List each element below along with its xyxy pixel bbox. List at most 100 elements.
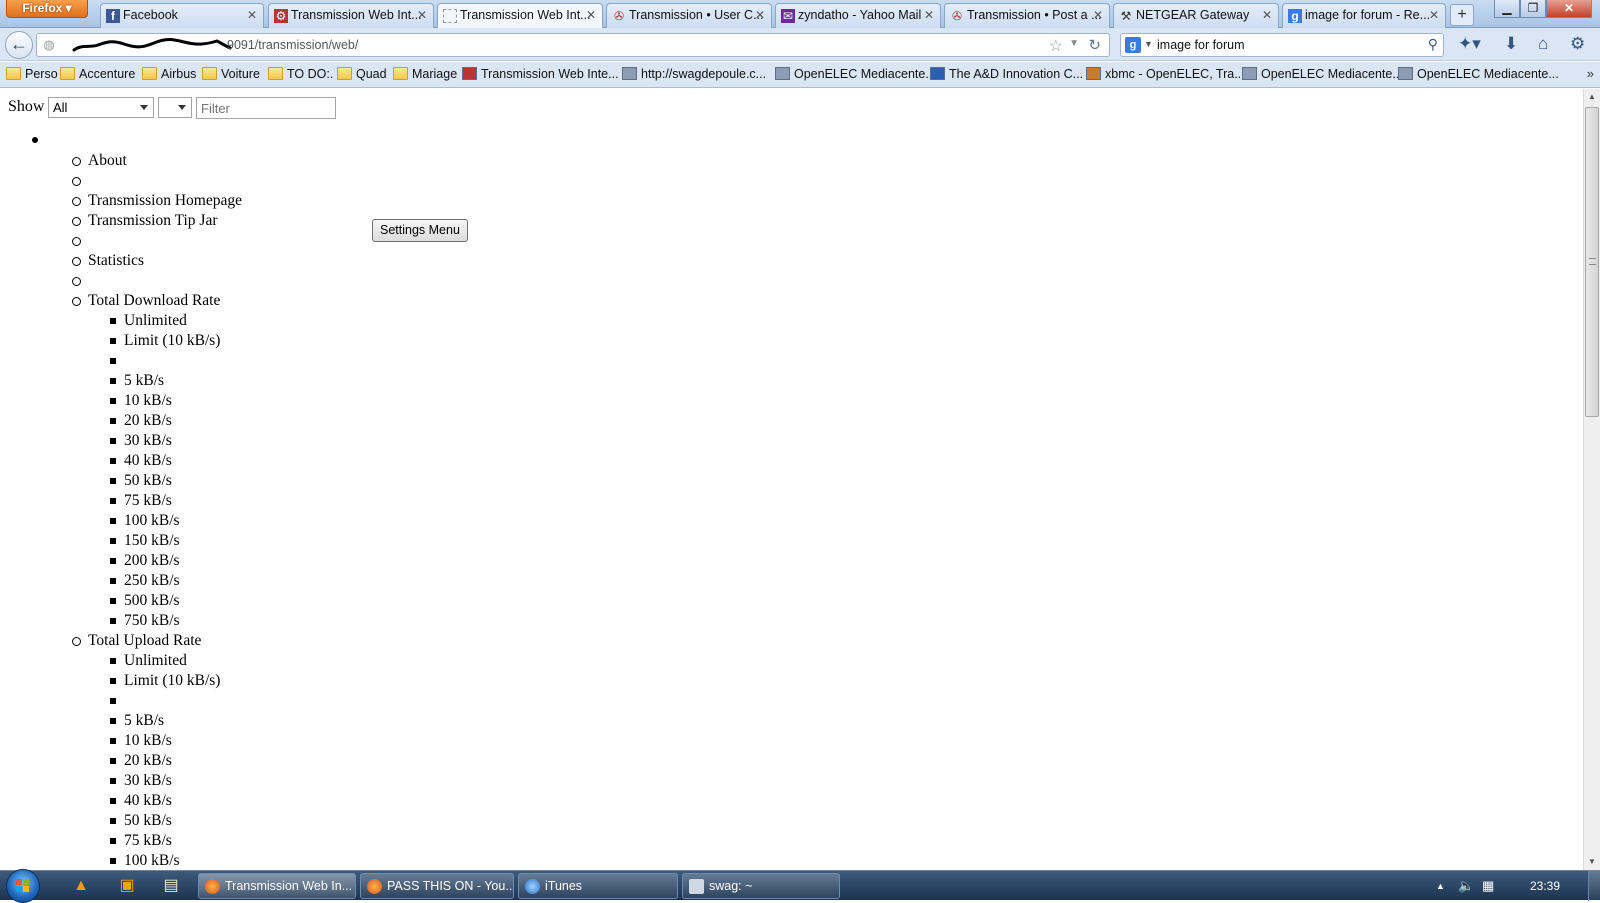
download-speed-option[interactable]: 20 kB/s <box>110 411 242 431</box>
menu-item-homepage[interactable]: Transmission Homepage <box>72 191 242 211</box>
volume-icon[interactable]: 🔈 <box>1458 878 1474 894</box>
tab-facebook[interactable]: f Facebook ✕ <box>100 3 264 28</box>
search-icon[interactable]: ⚲ <box>1428 36 1438 53</box>
bookmark-folder-quad[interactable]: Quad <box>337 67 387 81</box>
firefox-menu-button[interactable]: Firefox ▾ <box>6 0 88 18</box>
url-history-dropdown-icon[interactable]: ▼ <box>1069 38 1079 49</box>
tab-google-search[interactable]: g image for forum - Re... ✕ <box>1282 3 1446 28</box>
download-speed-option[interactable]: 75 kB/s <box>110 491 242 511</box>
bookmark-folder-perso[interactable]: Perso <box>6 67 58 81</box>
download-speed-option[interactable]: 40 kB/s <box>110 451 242 471</box>
download-speed-option[interactable]: 750 kB/s <box>110 611 242 631</box>
download-speed-option[interactable]: 30 kB/s <box>110 431 242 451</box>
bookmark-ad-innovation[interactable]: The A&D Innovation C... <box>930 67 1083 81</box>
upload-speed-option[interactable]: 5 kB/s <box>110 711 242 731</box>
scroll-up-arrow-icon[interactable]: ▲ <box>1584 89 1600 105</box>
download-icon[interactable]: ⬇ <box>1504 34 1518 54</box>
bookmark-swagdepoule[interactable]: http://swagdepoule.c... <box>622 67 766 81</box>
close-icon[interactable]: ✕ <box>755 4 765 27</box>
new-tab-button[interactable]: + <box>1450 4 1474 26</box>
menu-item-about[interactable]: About <box>72 151 242 171</box>
download-speed-option[interactable]: 150 kB/s <box>110 531 242 551</box>
tab-transmission-2[interactable]: Transmission Web Int... ✕ <box>437 3 603 29</box>
minimize-button[interactable]: ▁ <box>1494 0 1520 18</box>
menu-item-upload-rate[interactable]: Total Upload Rate <box>72 631 242 651</box>
close-icon[interactable]: ✕ <box>924 4 934 27</box>
task-firefox-youtube[interactable]: PASS THIS ON - You... <box>360 873 514 899</box>
reload-icon[interactable]: ↻ <box>1088 36 1101 54</box>
tab-transmission-forum-2[interactable]: ✇ Transmission • Post a ... ✕ <box>944 3 1110 28</box>
upload-speed-option[interactable]: 10 kB/s <box>110 731 242 751</box>
bookmark-folder-accenture[interactable]: Accenture <box>60 67 135 81</box>
menu-item-download-rate[interactable]: Total Download Rate <box>72 291 242 311</box>
scroll-down-arrow-icon[interactable]: ▼ <box>1584 854 1600 870</box>
show-filter-select[interactable]: All <box>48 97 154 118</box>
search-bar[interactable]: g ▼ image for forum ⚲ <box>1120 33 1444 57</box>
tracker-filter-select[interactable] <box>158 97 192 118</box>
vlc-icon[interactable]: ▲ <box>70 875 92 897</box>
download-speed-option[interactable]: 50 kB/s <box>110 471 242 491</box>
show-desktop-button[interactable] <box>1588 871 1600 901</box>
tab-netgear[interactable]: ⚒ NETGEAR Gateway ✕ <box>1113 3 1279 28</box>
download-speed-option[interactable]: 500 kB/s <box>110 591 242 611</box>
download-speed-option[interactable]: 200 kB/s <box>110 551 242 571</box>
vertical-scrollbar[interactable]: ▲ ▼ <box>1583 89 1600 870</box>
upload-speed-option[interactable]: 75 kB/s <box>110 831 242 851</box>
clock[interactable]: 23:39 <box>1530 879 1560 893</box>
settings-menu-button[interactable]: Settings Menu <box>372 219 468 242</box>
tab-yahoo-mail[interactable]: ✉ zyndatho - Yahoo Mail ✕ <box>775 3 941 28</box>
download-speed-option[interactable]: 100 kB/s <box>110 511 242 531</box>
notepad-icon[interactable]: ▤ <box>160 875 182 897</box>
close-icon[interactable]: ✕ <box>1262 4 1272 27</box>
bookmark-folder-todo[interactable]: TO DO:. <box>268 67 333 81</box>
close-icon[interactable]: ✕ <box>1093 4 1103 27</box>
bookmarks-overflow-button[interactable]: » <box>1587 66 1594 81</box>
scrollbar-thumb[interactable] <box>1585 107 1599 417</box>
menu-item-tip-jar[interactable]: Transmission Tip Jar <box>72 211 242 231</box>
upload-speed-option[interactable]: 50 kB/s <box>110 811 242 831</box>
upload-speed-option[interactable]: 100 kB/s <box>110 851 242 870</box>
close-icon[interactable]: ✕ <box>247 4 257 27</box>
restore-button[interactable]: ❐ <box>1520 0 1546 18</box>
tab-transmission-1[interactable]: ⚙ Transmission Web Int... ✕ <box>268 3 434 28</box>
download-speed-option[interactable]: 250 kB/s <box>110 571 242 591</box>
bookmark-transmission[interactable]: Transmission Web Inte... <box>462 67 619 81</box>
network-icon[interactable]: ▦ <box>1482 878 1494 894</box>
download-rate-unlimited[interactable]: Unlimited <box>110 311 242 331</box>
google-icon[interactable]: g <box>1125 37 1141 53</box>
show-hidden-icons-icon[interactable]: ▲ <box>1436 881 1445 891</box>
chevron-down-icon[interactable]: ▼ <box>1144 39 1153 49</box>
search-input[interactable]: image for forum <box>1157 38 1245 52</box>
task-itunes[interactable]: iTunes <box>518 873 678 899</box>
addon-icon[interactable]: ⚙ <box>1570 34 1585 54</box>
back-button[interactable]: ← <box>5 31 33 59</box>
tab-transmission-forum-1[interactable]: ✇ Transmission • User C... ✕ <box>606 3 772 28</box>
task-putty[interactable]: swag: ~ <box>682 873 840 899</box>
url-bar[interactable]: ◍ 9091/transmission/web/ ☆ ▼ ↻ <box>36 33 1110 57</box>
download-speed-option[interactable]: 5 kB/s <box>110 371 242 391</box>
bookmark-folder-airbus[interactable]: Airbus <box>142 67 196 81</box>
filter-input[interactable] <box>196 97 336 119</box>
close-icon[interactable]: ✕ <box>586 4 596 27</box>
task-firefox-transmission[interactable]: Transmission Web In... <box>198 873 356 899</box>
download-rate-limit[interactable]: Limit (10 kB/s) <box>110 331 242 351</box>
bookmarks-menu-icon[interactable]: ✦▾ <box>1458 34 1481 54</box>
bookmark-folder-mariage[interactable]: Mariage <box>393 67 457 81</box>
close-icon[interactable]: ✕ <box>417 4 427 27</box>
upload-speed-option[interactable]: 20 kB/s <box>110 751 242 771</box>
bookmark-openelec-3[interactable]: OpenELEC Mediacente... <box>1398 67 1559 81</box>
close-icon[interactable]: ✕ <box>1429 4 1439 27</box>
bookmark-openelec-2[interactable]: OpenELEC Mediacente... <box>1242 67 1403 81</box>
bookmark-xbmc[interactable]: xbmc - OpenELEC, Tra... <box>1086 67 1245 81</box>
close-window-button[interactable]: ✕ <box>1546 0 1592 18</box>
bookmark-star-icon[interactable]: ☆ <box>1049 36 1063 56</box>
upload-rate-limit[interactable]: Limit (10 kB/s) <box>110 671 242 691</box>
bookmark-openelec-1[interactable]: OpenELEC Mediacente... <box>775 67 936 81</box>
upload-speed-option[interactable]: 30 kB/s <box>110 771 242 791</box>
upload-rate-unlimited[interactable]: Unlimited <box>110 651 242 671</box>
outlook-icon[interactable]: ▣ <box>116 875 138 897</box>
bookmark-folder-voiture[interactable]: Voiture <box>202 67 260 81</box>
upload-speed-option[interactable]: 40 kB/s <box>110 791 242 811</box>
menu-item-statistics[interactable]: Statistics <box>72 251 242 271</box>
download-speed-option[interactable]: 10 kB/s <box>110 391 242 411</box>
